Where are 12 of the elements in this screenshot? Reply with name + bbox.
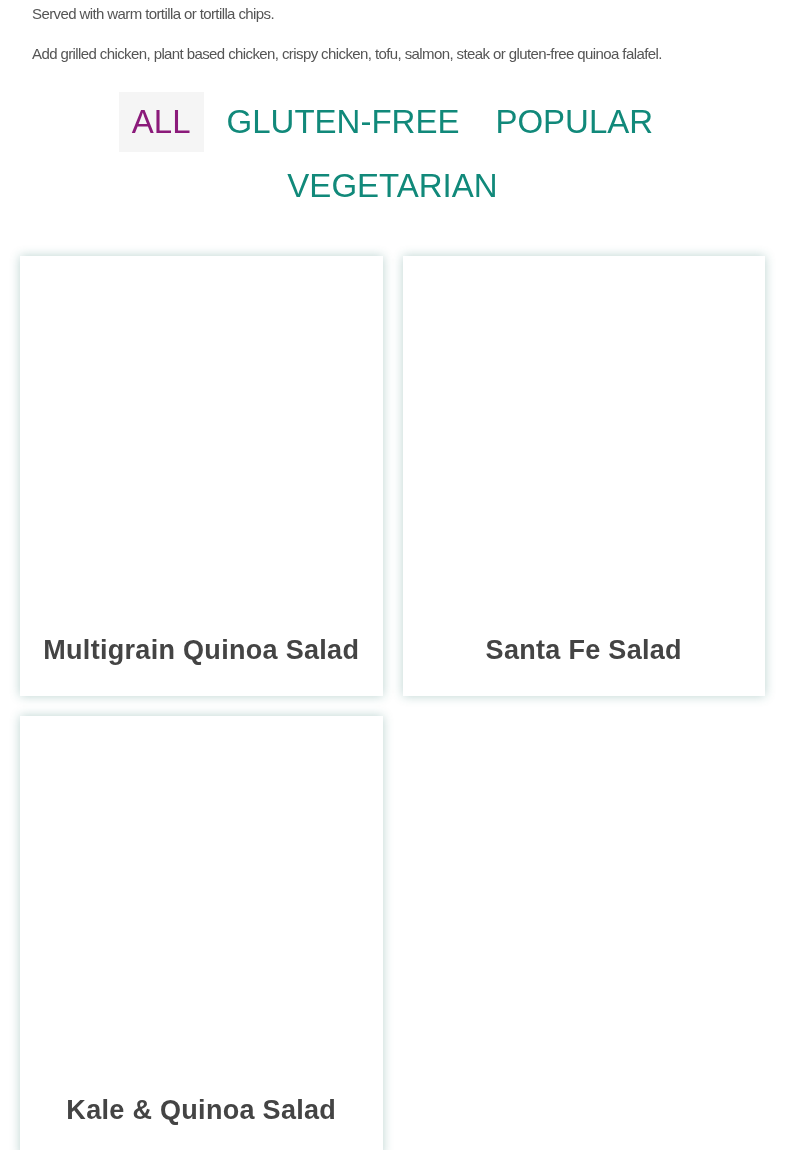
menu-item-card[interactable]: Multigrain Quinoa Salad: [20, 256, 383, 696]
item-title: Santa Fe Salad: [485, 633, 682, 667]
item-title: Kale & Quinoa Salad: [66, 1093, 337, 1127]
filter-tab[interactable]: VEGETARIAN: [274, 156, 511, 216]
filter-tab[interactable]: ALL: [118, 92, 204, 152]
filter-tab[interactable]: POPULAR: [482, 92, 667, 152]
description-text: Add grilled chicken, plant based chicken, crispy chicken, tofu, salmon, steak or gluten-free quinoa falafel.: [32, 44, 663, 64]
item-title: Multigrain Quinoa Salad: [43, 633, 360, 667]
filter-tab[interactable]: GLUTEN-FREE: [213, 92, 473, 152]
menu-item-card[interactable]: Kale & Quinoa Salad: [20, 716, 383, 1150]
menu-item-card[interactable]: Santa Fe Salad: [402, 256, 765, 696]
description-text: Served with warm tortilla or tortilla chips.: [32, 4, 276, 24]
